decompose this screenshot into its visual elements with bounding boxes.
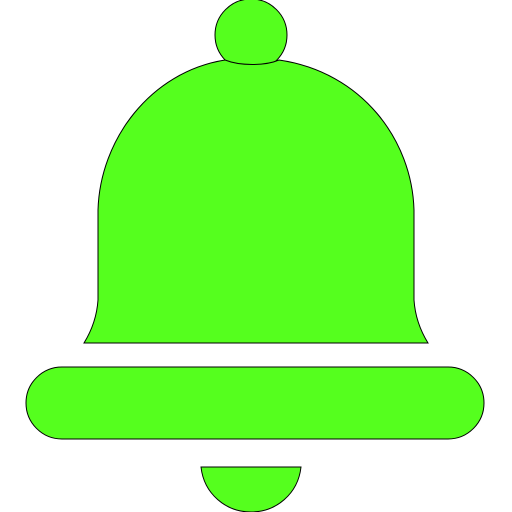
bell-rim xyxy=(25,366,485,440)
bell-icon-canvas xyxy=(0,0,512,512)
bell-body xyxy=(83,59,429,344)
bell-clapper xyxy=(200,466,302,512)
bell-icon xyxy=(25,0,485,512)
